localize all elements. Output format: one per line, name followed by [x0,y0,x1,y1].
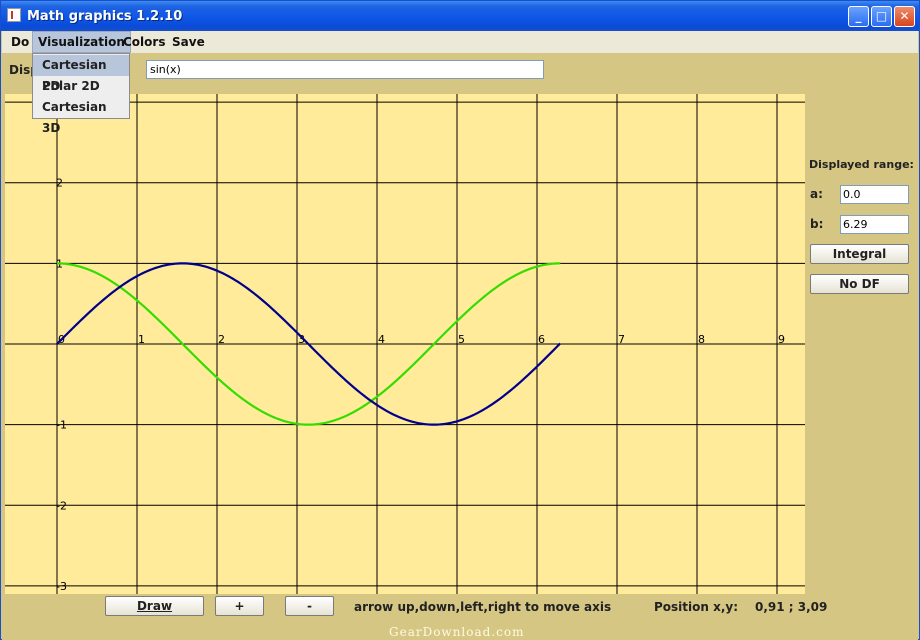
y-tick-label: -1 [56,419,67,432]
x-tick-label: 9 [778,333,785,346]
menu-colors[interactable]: Colors [118,31,170,53]
y-tick-label: 2 [56,177,63,190]
menu-item-polar-2d[interactable]: Polar 2D [33,76,129,97]
position-label: Position x,y: [654,600,739,614]
menu-item-cartesian-3d[interactable]: Cartesian 3D [33,97,129,135]
x-tick-label: 6 [538,333,545,346]
menu-save[interactable]: Save [167,31,210,53]
maximize-button[interactable]: □ [871,6,892,27]
window-title: Math graphics 1.2.10 [27,9,183,24]
y-tick-label: -2 [56,499,67,512]
zoom-in-button[interactable]: + [215,596,264,616]
minimize-button[interactable]: _ [848,6,869,27]
x-tick-label: 5 [458,333,465,346]
range-b-input[interactable]: 6.29 [840,215,909,234]
graph-canvas[interactable]: 0 1 2 3 4 5 6 7 8 9 2 1 -1 -2 -3 [5,94,805,594]
axis-move-hint: arrow up,down,left,right to move axis [354,600,612,614]
title-bar[interactable]: Math graphics 1.2.10 _ □ ✕ [1,1,919,31]
graph-svg: 0 1 2 3 4 5 6 7 8 921-1-2-3 [5,94,805,594]
menu-item-cartesian-2d[interactable]: Cartesian 2D [33,55,129,93]
range-title: Displayed range: [809,158,914,171]
range-b-label: b: [810,217,824,231]
menu-do[interactable]: Do [6,31,34,53]
position-value: 0,91 ; 3,09 [755,600,828,614]
no-df-button[interactable]: No DF [810,274,909,294]
x-tick-label: 2 [218,333,225,346]
function-input[interactable]: sin(x) [146,60,544,79]
y-tick-label: -3 [56,580,67,593]
close-button[interactable]: ✕ [894,6,915,27]
range-a-input[interactable]: 0.0 [840,185,909,204]
visualization-dropdown: Cartesian 2D Polar 2D Cartesian 3D [32,53,130,135]
menu-bar: Do Visualization Colors Save [2,31,918,53]
integral-button[interactable]: Integral [810,244,909,264]
x-tick-label: 7 [618,333,625,346]
range-panel: Displayed range: a: 0.0 b: 6.29 Integral… [805,94,918,594]
watermark-text: GearDownload.com [389,625,525,639]
app-window: Math graphics 1.2.10 _ □ ✕ Do Visualizat… [0,0,920,640]
zoom-out-button[interactable]: - [285,596,334,616]
x-tick-label: 1 [138,333,145,346]
range-a-label: a: [810,187,823,201]
draw-button-label: Draw [136,599,173,613]
java-app-icon[interactable] [7,8,21,22]
menu-visualization[interactable]: Visualization [32,31,131,53]
draw-button[interactable]: Draw [105,596,204,616]
x-tick-label: 8 [698,333,705,346]
x-tick-label: 4 [378,333,385,346]
function-panel: Disp sin(x) [2,53,918,94]
